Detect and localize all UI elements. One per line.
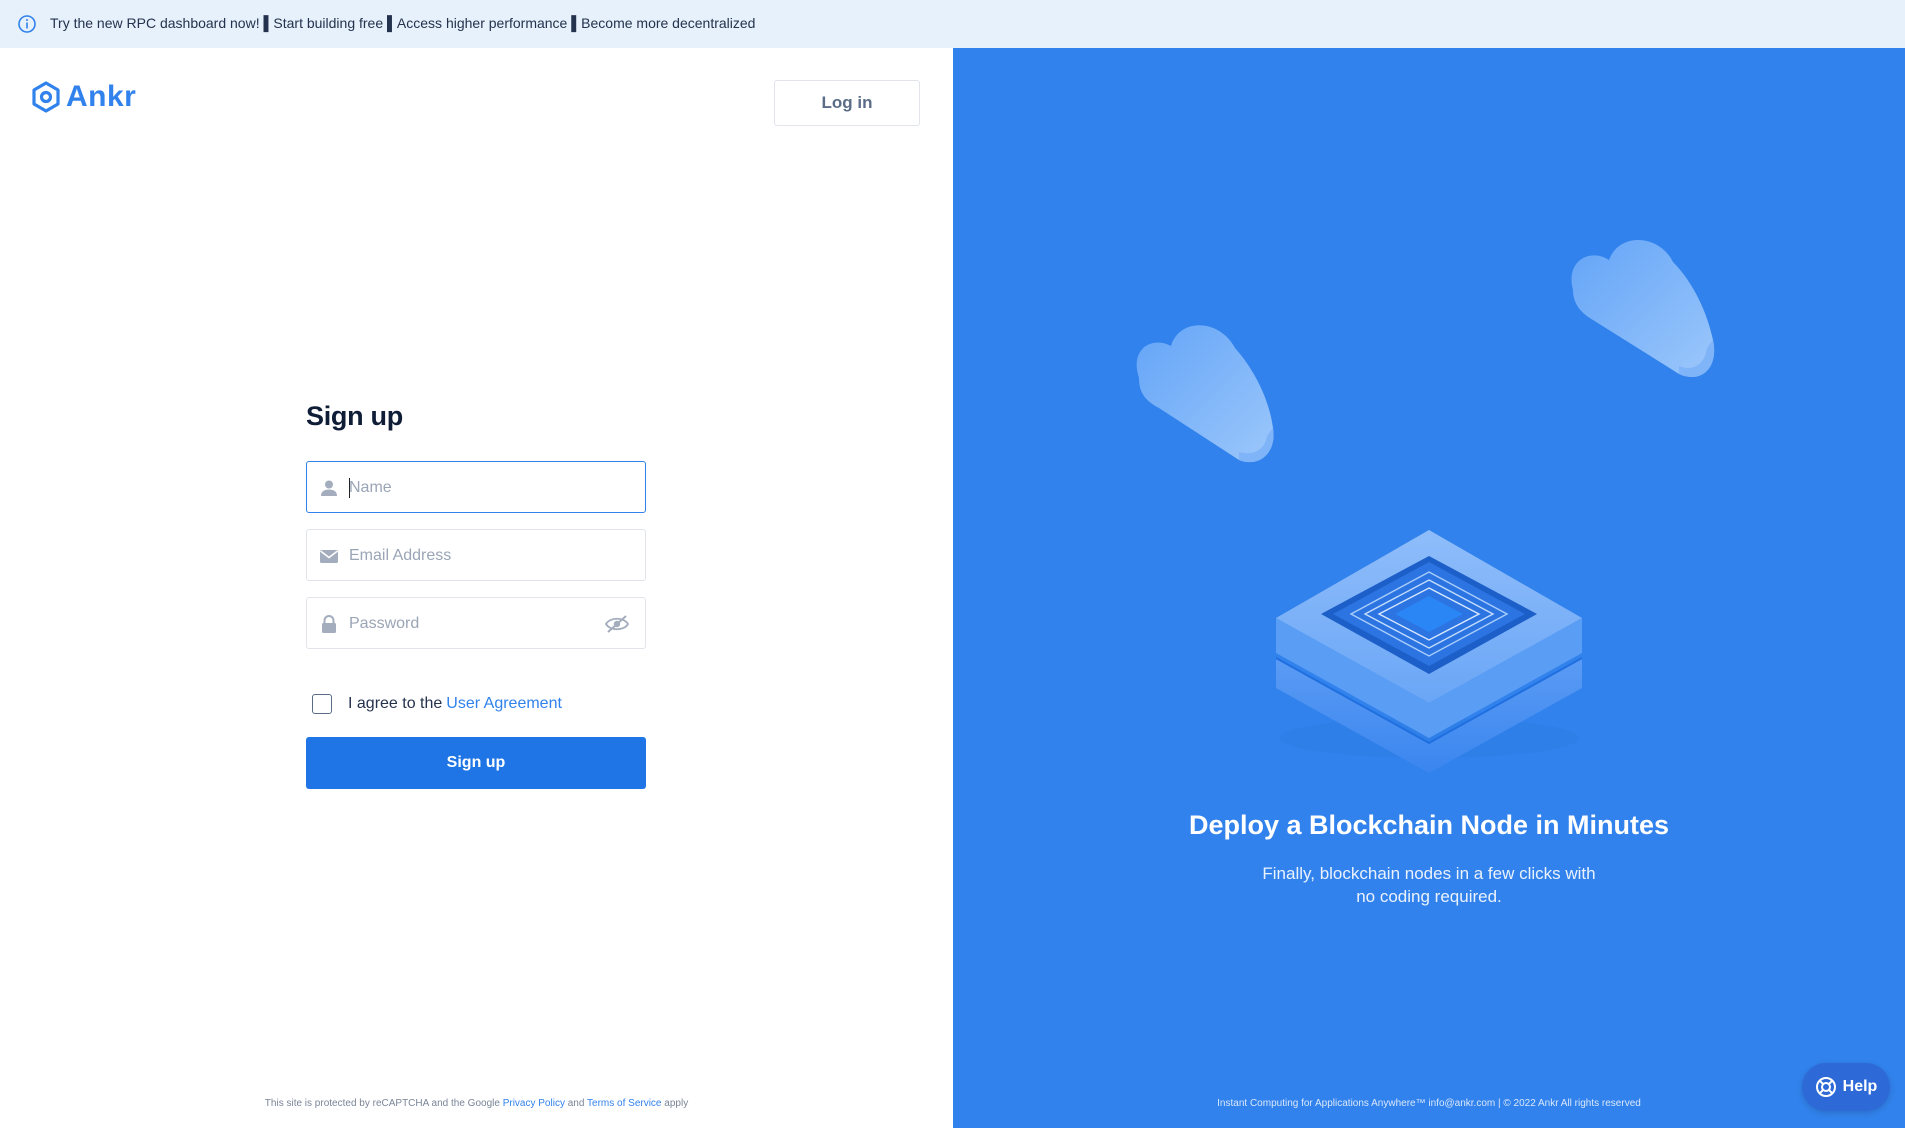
user-agreement-link[interactable]: User Agreement xyxy=(446,695,562,713)
agreement-text: I agree to the xyxy=(348,695,443,712)
login-button[interactable]: Log in xyxy=(774,80,920,126)
name-placeholder: Name xyxy=(349,479,392,496)
email-input[interactable]: Email Address xyxy=(306,529,646,581)
signup-panel: Ankr Log in Sign up Name Email Address P… xyxy=(0,48,953,1128)
hero-footer: Instant Computing for Applications Anywh… xyxy=(1217,1098,1641,1109)
privacy-policy-link[interactable]: Privacy Policy xyxy=(503,1098,565,1109)
ankr-logo-icon xyxy=(32,81,60,113)
user-icon xyxy=(321,480,337,496)
banner-text: Try the new RPC dashboard now! ▌Start bu… xyxy=(50,15,756,31)
recaptcha-suffix: apply xyxy=(664,1098,689,1109)
agreement-row: I agree to the User Agreement xyxy=(312,694,562,714)
signup-form: Sign up Name Email Address Password I ag… xyxy=(306,401,646,789)
cloud-left-shape xyxy=(1136,325,1274,463)
hero-panel: Deploy a Blockchain Node in Minutes Fina… xyxy=(953,48,1905,1128)
eye-off-icon[interactable] xyxy=(605,614,629,634)
signup-button[interactable]: Sign up xyxy=(306,737,646,789)
form-title: Sign up xyxy=(306,401,403,431)
hero-subtitle: Finally, blockchain nodes in a few click… xyxy=(1179,862,1679,908)
password-placeholder: Password xyxy=(349,615,420,632)
hero-subtitle-line2: no coding required. xyxy=(1356,887,1502,906)
help-label: Help xyxy=(1842,1078,1878,1095)
agreement-checkbox[interactable] xyxy=(312,694,332,714)
name-input[interactable]: Name xyxy=(306,461,646,513)
password-input[interactable]: Password xyxy=(306,597,646,649)
recaptcha-prefix: This site is protected by reCAPTCHA and … xyxy=(264,1098,500,1109)
announcement-banner[interactable]: Try the new RPC dashboard now! ▌Start bu… xyxy=(0,0,1905,48)
info-icon xyxy=(18,15,36,33)
email-placeholder: Email Address xyxy=(349,547,452,564)
terms-of-service-link[interactable]: Terms of Service xyxy=(587,1098,661,1109)
cloud-right-shape xyxy=(1571,239,1715,377)
recaptcha-notice: This site is protected by reCAPTCHA and … xyxy=(0,1098,953,1109)
hero-title: Deploy a Blockchain Node in Minutes xyxy=(1188,810,1670,840)
node-block-shape xyxy=(1275,530,1583,773)
envelope-icon xyxy=(320,550,338,563)
logo-text: Ankr xyxy=(66,80,137,113)
recaptcha-and: and xyxy=(567,1098,585,1109)
lock-icon xyxy=(322,615,336,633)
ankr-logo[interactable]: Ankr xyxy=(30,80,136,114)
node-illustration xyxy=(1136,239,1715,773)
help-button[interactable]: Help xyxy=(1802,1063,1890,1111)
hero-subtitle-line1: Finally, blockchain nodes in a few click… xyxy=(1262,864,1596,883)
lifebuoy-icon xyxy=(1815,1077,1836,1097)
